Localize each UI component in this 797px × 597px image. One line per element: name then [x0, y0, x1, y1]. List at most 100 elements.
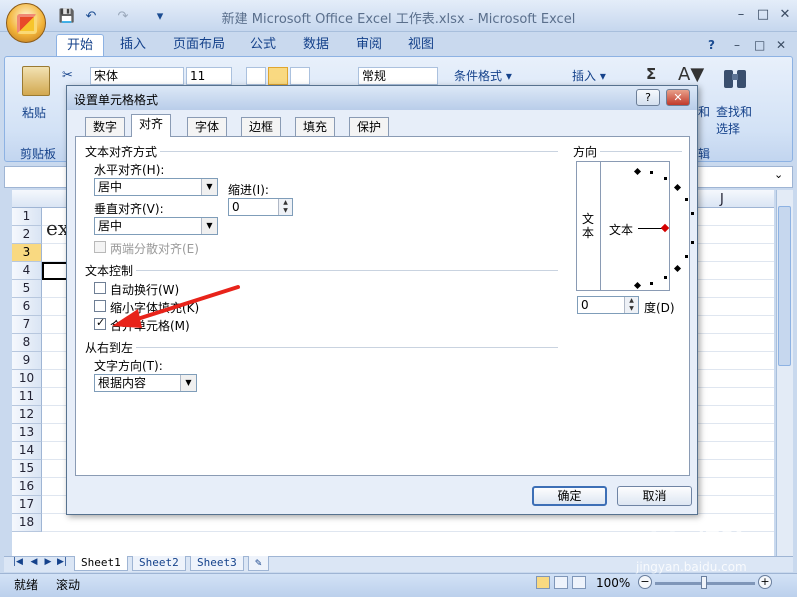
tab-number[interactable]: 数字	[85, 117, 126, 136]
text-direction-select[interactable]: 根据内容 ▼	[94, 374, 197, 392]
wrap-text-checkbox[interactable]	[94, 282, 106, 294]
find-select-label-2[interactable]: 选择	[716, 120, 740, 137]
tab-view[interactable]: 视图	[398, 34, 444, 56]
tab-protection[interactable]: 保护	[349, 117, 390, 136]
align-center-icon[interactable]	[268, 67, 288, 85]
paste-button[interactable]: 粘贴	[22, 104, 46, 121]
spin-up-icon[interactable]: ▲	[624, 297, 638, 305]
new-sheet-icon[interactable]: ✎	[248, 556, 269, 571]
close-button[interactable]: ✕	[774, 6, 796, 24]
row-header[interactable]: 15	[12, 460, 42, 478]
zoom-in-icon[interactable]: +	[758, 575, 772, 589]
orientation-tick[interactable]	[690, 211, 694, 215]
orientation-tick[interactable]	[690, 241, 694, 245]
page-break-view-icon[interactable]	[572, 576, 586, 589]
page-layout-view-icon[interactable]	[554, 576, 568, 589]
row-header[interactable]: 11	[12, 388, 42, 406]
minimize-button[interactable]: –	[730, 6, 752, 24]
orientation-tick[interactable]	[664, 275, 667, 279]
vertical-align-select[interactable]: 居中 ▼	[94, 217, 218, 235]
tab-insert[interactable]: 插入	[110, 34, 156, 56]
align-left-icon[interactable]	[246, 67, 266, 85]
row-header[interactable]: 7	[12, 316, 42, 334]
row-header[interactable]: 16	[12, 478, 42, 496]
shrink-to-fit-checkbox[interactable]	[94, 300, 106, 312]
ribbon-minimize-button[interactable]: –	[734, 38, 740, 52]
row-header[interactable]: 5	[12, 280, 42, 298]
row-header[interactable]: 10	[12, 370, 42, 388]
chevron-down-icon[interactable]: ▼	[201, 179, 217, 195]
tab-review[interactable]: 审阅	[346, 34, 392, 56]
tab-alignment[interactable]: 对齐	[131, 114, 172, 137]
spin-down-icon[interactable]: ▼	[624, 305, 638, 313]
normal-view-icon[interactable]	[536, 576, 550, 589]
tab-page-layout[interactable]: 页面布局	[163, 34, 235, 56]
sum-icon[interactable]: Σ	[646, 65, 656, 83]
ok-button[interactable]: 确定	[532, 486, 607, 506]
tab-font[interactable]: 字体	[187, 117, 228, 136]
cancel-button[interactable]: 取消	[617, 486, 692, 506]
find-binoculars-icon[interactable]	[722, 66, 748, 94]
sheet-tab-1[interactable]: Sheet1	[74, 556, 128, 571]
chevron-down-icon[interactable]: ▼	[180, 375, 196, 391]
tab-fill[interactable]: 填充	[295, 117, 336, 136]
maximize-button[interactable]: □	[752, 6, 774, 24]
orientation-tick[interactable]	[684, 255, 688, 258]
paste-icon[interactable]	[22, 66, 50, 96]
tab-home[interactable]: 开始	[56, 34, 105, 56]
horizontal-align-select[interactable]: 居中 ▼	[94, 178, 218, 196]
column-header-j[interactable]: J	[720, 192, 724, 207]
orientation-tick[interactable]	[684, 198, 688, 201]
chevron-down-icon[interactable]: ▼	[201, 218, 217, 234]
find-select-label[interactable]: 查找和	[716, 103, 752, 120]
cut-icon[interactable]: ✂	[62, 68, 73, 83]
vertical-scroll-thumb[interactable]	[778, 206, 791, 366]
row-header[interactable]: 14	[12, 442, 42, 460]
office-button[interactable]	[6, 3, 46, 43]
expand-formula-icon[interactable]: ⌄	[774, 168, 783, 181]
row-header[interactable]: 13	[12, 424, 42, 442]
spin-down-icon[interactable]: ▼	[278, 207, 292, 215]
degrees-spinner[interactable]: 0 ▲ ▼	[577, 296, 639, 314]
zoom-out-icon[interactable]: −	[638, 575, 652, 589]
number-format-box[interactable]: 常规	[358, 67, 438, 85]
orientation-tick[interactable]	[650, 171, 654, 175]
row-header[interactable]: 17	[12, 496, 42, 514]
row-header[interactable]: 4	[12, 262, 42, 280]
row-header[interactable]: 9	[12, 352, 42, 370]
orientation-tick[interactable]	[650, 281, 654, 285]
dialog-help-button[interactable]: ?	[636, 89, 660, 106]
font-size-box[interactable]: 11	[186, 67, 232, 85]
help-icon[interactable]: ?	[708, 38, 715, 52]
ribbon-close-button[interactable]: ✕	[776, 38, 786, 52]
ribbon-restore-button[interactable]: □	[754, 38, 765, 52]
font-name-box[interactable]: 宋体	[90, 67, 184, 85]
row-header[interactable]: 12	[12, 406, 42, 424]
indent-spinner[interactable]: 0 ▲ ▼	[228, 198, 293, 216]
justify-distributed-checkbox[interactable]	[94, 241, 106, 253]
spin-up-icon[interactable]: ▲	[278, 199, 292, 207]
conditional-format-button[interactable]: 条件格式 ▾	[454, 67, 512, 84]
align-right-icon[interactable]	[290, 67, 310, 85]
tab-data[interactable]: 数据	[293, 34, 339, 56]
row-header[interactable]: 18	[12, 514, 42, 532]
next-sheet-icon[interactable]: ▶	[42, 557, 54, 567]
prev-sheet-icon[interactable]: ◀	[28, 557, 40, 567]
merge-center-icon[interactable]	[318, 67, 338, 85]
zoom-level[interactable]: 100%	[596, 576, 630, 590]
sheet-tab-2[interactable]: Sheet2	[132, 556, 186, 571]
orientation-tick[interactable]	[664, 177, 667, 181]
row-header[interactable]: 2	[12, 226, 42, 244]
insert-cells-button[interactable]: 插入 ▾	[572, 67, 606, 84]
sort-filter-icon[interactable]: A▼	[678, 64, 704, 85]
zoom-slider-thumb[interactable]	[701, 576, 707, 589]
dialog-close-button[interactable]: ✕	[666, 89, 690, 106]
row-header[interactable]: 3	[12, 244, 42, 262]
last-sheet-icon[interactable]: ▶|	[56, 557, 68, 567]
merge-cells-checkbox[interactable]	[94, 316, 106, 330]
dialog-title-bar[interactable]	[67, 86, 697, 110]
sheet-tab-3[interactable]: Sheet3	[190, 556, 244, 571]
tab-border[interactable]: 边框	[241, 117, 282, 136]
first-sheet-icon[interactable]: |◀	[12, 557, 24, 567]
tab-formulas[interactable]: 公式	[240, 34, 286, 56]
